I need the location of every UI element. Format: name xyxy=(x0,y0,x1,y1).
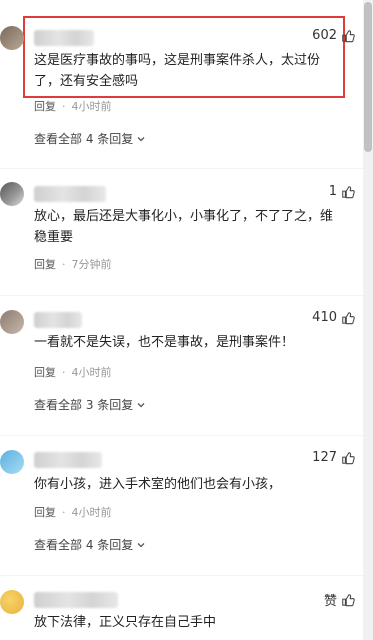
like-label: 赞 xyxy=(323,594,337,609)
comment-text: 放心，最后还是大事化小，小事化了，不了了之，维稳重要 xyxy=(34,209,334,245)
chevron-down-icon xyxy=(137,402,145,407)
view-all-replies-link[interactable]: 查看全部 3 条回复 xyxy=(34,396,146,413)
view-all-label: 查看全部 4 条回复 xyxy=(34,538,134,552)
timestamp: 4小时前 xyxy=(71,506,112,519)
comment-text: 放下法律，正义只存在自己手中 xyxy=(34,615,217,630)
comment-text: 一看就不是失误，也不是事故，是刑事案件！ xyxy=(34,335,295,350)
reply-button[interactable]: 回复 xyxy=(34,504,56,520)
username-blurred[interactable] xyxy=(34,186,106,202)
like-button[interactable]: 127 xyxy=(312,450,355,465)
reply-button[interactable]: 回复 xyxy=(34,98,56,114)
separator-dot: · xyxy=(62,257,66,271)
scrollbar[interactable] xyxy=(363,0,373,640)
avatar[interactable] xyxy=(0,182,24,206)
thumbs-up-icon xyxy=(342,593,355,606)
avatar[interactable] xyxy=(0,310,24,334)
separator-dot: · xyxy=(62,99,66,113)
divider xyxy=(0,295,363,296)
comment-text: 你有小孩，进入手术室的他们也会有小孩， xyxy=(34,477,282,492)
chevron-down-icon xyxy=(137,542,145,547)
comment-text: 这是医疗事故的事吗，这是刑事案件杀人，太过份了，还有安全感吗 xyxy=(34,53,321,89)
username-blurred[interactable] xyxy=(34,30,94,46)
chevron-down-icon xyxy=(137,136,145,141)
username-blurred[interactable] xyxy=(34,452,102,468)
like-count: 602 xyxy=(312,28,337,43)
thumbs-up-icon xyxy=(342,29,355,42)
separator-dot: · xyxy=(62,365,66,379)
reply-button[interactable]: 回复 xyxy=(34,256,56,272)
divider xyxy=(0,168,363,169)
timestamp: 7分钟前 xyxy=(71,258,112,271)
thumbs-up-icon xyxy=(342,311,355,324)
like-button[interactable]: 赞 xyxy=(324,590,355,609)
like-button[interactable]: 1 xyxy=(329,184,355,199)
divider xyxy=(0,435,363,436)
timestamp: 4小时前 xyxy=(71,100,112,113)
view-all-replies-link[interactable]: 查看全部 4 条回复 xyxy=(34,536,146,553)
divider xyxy=(0,575,363,576)
like-button[interactable]: 410 xyxy=(312,310,355,325)
view-all-label: 查看全部 3 条回复 xyxy=(34,398,134,412)
like-count: 1 xyxy=(328,184,337,199)
reply-button[interactable]: 回复 xyxy=(34,364,56,380)
username-blurred[interactable] xyxy=(34,592,118,608)
username-blurred[interactable] xyxy=(34,312,82,328)
timestamp: 4小时前 xyxy=(71,366,112,379)
like-button[interactable]: 602 xyxy=(312,28,355,43)
thumbs-up-icon xyxy=(342,451,355,464)
like-count: 127 xyxy=(312,450,337,465)
view-all-replies-link[interactable]: 查看全部 4 条回复 xyxy=(34,130,146,147)
scrollbar-thumb[interactable] xyxy=(364,2,372,152)
separator-dot: · xyxy=(62,505,66,519)
like-count: 410 xyxy=(312,310,337,325)
avatar[interactable] xyxy=(0,590,24,614)
view-all-label: 查看全部 4 条回复 xyxy=(34,132,134,146)
avatar[interactable] xyxy=(0,450,24,474)
avatar[interactable] xyxy=(0,26,24,50)
thumbs-up-icon xyxy=(342,185,355,198)
